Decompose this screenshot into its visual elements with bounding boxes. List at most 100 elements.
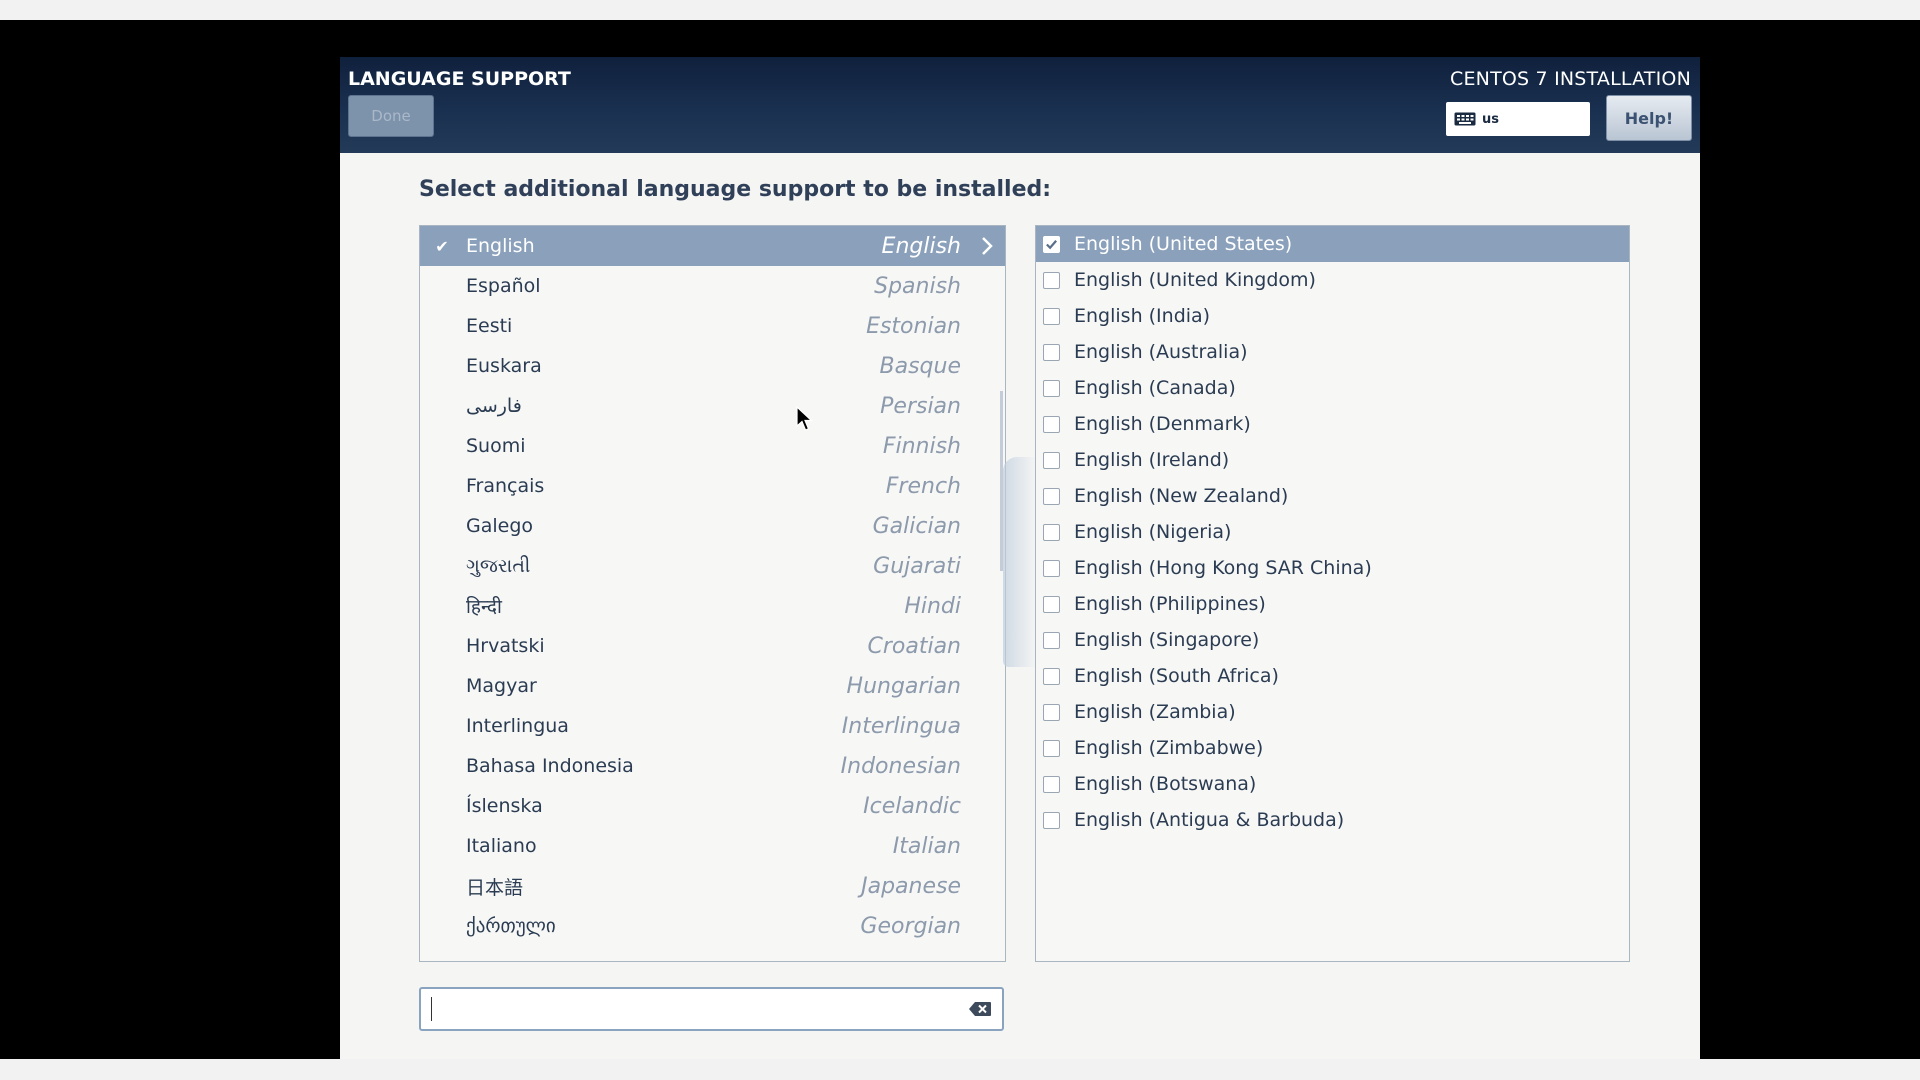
language-english-name: Icelandic — [863, 793, 961, 819]
locale-row[interactable]: English (Australia) — [1036, 334, 1629, 370]
language-search-input[interactable] — [421, 990, 968, 1028]
language-english-name: Hungarian — [846, 673, 961, 699]
locale-checkbox[interactable] — [1043, 559, 1060, 577]
language-english-name: French — [885, 473, 961, 499]
locale-row[interactable]: English (Ireland) — [1036, 442, 1629, 478]
language-english-name: Indonesian — [840, 753, 961, 779]
locale-checkbox[interactable] — [1043, 811, 1060, 829]
chevron-right-icon — [982, 237, 993, 255]
locale-checkbox[interactable] — [1043, 631, 1060, 649]
help-button[interactable]: Help! — [1606, 95, 1692, 141]
locale-row[interactable]: English (Singapore) — [1036, 622, 1629, 658]
language-row[interactable]: Suomi Finnish — [420, 426, 1005, 466]
language-native-name: ქართული — [466, 915, 556, 937]
locale-checkbox[interactable] — [1043, 379, 1060, 397]
drag-indicator — [1003, 457, 1035, 667]
language-row[interactable]: Eesti Estonian — [420, 306, 1005, 346]
keyboard-layout-indicator[interactable]: us — [1446, 102, 1590, 136]
locale-checkbox[interactable] — [1043, 451, 1060, 469]
locale-row[interactable]: English (India) — [1036, 298, 1629, 334]
screen-background: LANGUAGE SUPPORT Done CENTOS 7 INSTALLAT… — [0, 20, 1920, 1059]
language-english-name: Japanese — [861, 873, 961, 899]
locale-checkbox[interactable] — [1043, 307, 1060, 325]
locale-row[interactable]: English (South Africa) — [1036, 658, 1629, 694]
locale-row[interactable]: English (Hong Kong SAR China) — [1036, 550, 1629, 586]
locale-label: English (Ireland) — [1074, 449, 1230, 471]
checkmark-icon — [1046, 239, 1057, 249]
locale-row[interactable]: English (Nigeria) — [1036, 514, 1629, 550]
language-native-name: Interlingua — [466, 715, 569, 737]
language-native-name: हिन्दी — [466, 596, 502, 618]
language-row[interactable]: ગુજરાતી Gujarati — [420, 546, 1005, 586]
language-row[interactable]: हिन्दी Hindi — [420, 586, 1005, 626]
locale-row[interactable]: English (Canada) — [1036, 370, 1629, 406]
language-english-name: Interlingua — [841, 713, 961, 739]
clear-text-icon[interactable] — [968, 1001, 992, 1017]
locale-checkbox[interactable] — [1043, 595, 1060, 613]
locale-checkbox[interactable] — [1043, 271, 1060, 289]
language-rows: ✔ English English Español Spanish Eesti Estoni… — [420, 226, 1005, 946]
language-row[interactable]: Euskara Basque — [420, 346, 1005, 386]
locale-row[interactable]: English (United Kingdom) — [1036, 262, 1629, 298]
locale-row[interactable]: English (New Zealand) — [1036, 478, 1629, 514]
language-native-name: Hrvatski — [466, 635, 545, 657]
language-native-name: Español — [466, 275, 541, 297]
done-button[interactable]: Done — [348, 95, 434, 137]
language-row[interactable]: فارسی Persian — [420, 386, 1005, 426]
language-row[interactable]: ✔ English English — [420, 226, 1005, 266]
locale-label: English (India) — [1074, 305, 1211, 327]
language-row[interactable]: Español Spanish — [420, 266, 1005, 306]
language-row[interactable]: Interlingua Interlingua — [420, 706, 1005, 746]
language-support-window: LANGUAGE SUPPORT Done CENTOS 7 INSTALLAT… — [340, 57, 1700, 1059]
locale-row[interactable]: English (Philippines) — [1036, 586, 1629, 622]
language-english-name: Finnish — [882, 433, 961, 459]
keyboard-icon — [1454, 112, 1476, 126]
checkmark-icon: ✔ — [435, 236, 449, 256]
language-row[interactable]: Íslenska Icelandic — [420, 786, 1005, 826]
language-list[interactable]: ✔ English English Español Spanish Eesti Estoni… — [419, 225, 1006, 962]
locale-label: English (New Zealand) — [1074, 485, 1289, 507]
language-native-name: English — [466, 235, 535, 257]
locale-label: English (South Africa) — [1074, 665, 1279, 687]
language-english-name: Spanish — [874, 273, 961, 299]
product-title: CENTOS 7 INSTALLATION — [1450, 68, 1691, 90]
locale-list[interactable]: English (United States) English (United K… — [1035, 225, 1630, 962]
language-row[interactable]: Bahasa Indonesia Indonesian — [420, 746, 1005, 786]
locale-row[interactable]: English (Antigua & Barbuda) — [1036, 802, 1629, 838]
locale-checkbox[interactable] — [1043, 523, 1060, 541]
spoke-title: LANGUAGE SUPPORT — [348, 68, 571, 90]
language-english-name: Croatian — [867, 633, 961, 659]
locale-row[interactable]: English (Zambia) — [1036, 694, 1629, 730]
locale-checkbox[interactable] — [1043, 487, 1060, 505]
locale-checkbox[interactable] — [1043, 739, 1060, 757]
language-row[interactable]: Magyar Hungarian — [420, 666, 1005, 706]
locale-label: English (Singapore) — [1074, 629, 1260, 651]
locale-checkbox[interactable] — [1043, 775, 1060, 793]
language-native-name: Íslenska — [466, 795, 543, 817]
language-row[interactable]: Hrvatski Croatian — [420, 626, 1005, 666]
language-row[interactable]: Italiano Italian — [420, 826, 1005, 866]
language-row[interactable]: Galego Galician — [420, 506, 1005, 546]
locale-checkbox[interactable] — [1043, 343, 1060, 361]
locale-label: English (Philippines) — [1074, 593, 1266, 615]
locale-row[interactable]: English (Botswana) — [1036, 766, 1629, 802]
locale-checkbox[interactable] — [1043, 415, 1060, 433]
locale-label: English (Australia) — [1074, 341, 1248, 363]
language-native-name: Eesti — [466, 315, 513, 337]
locale-checkbox[interactable] — [1043, 235, 1060, 253]
locale-row[interactable]: English (United States) — [1036, 226, 1629, 262]
locale-row[interactable]: English (Zimbabwe) — [1036, 730, 1629, 766]
locale-row[interactable]: English (Denmark) — [1036, 406, 1629, 442]
locale-label: English (Denmark) — [1074, 413, 1251, 435]
language-search-field[interactable] — [419, 987, 1004, 1031]
locale-label: English (Zambia) — [1074, 701, 1236, 723]
language-native-name: Italiano — [466, 835, 537, 857]
locale-checkbox[interactable] — [1043, 703, 1060, 721]
locale-checkbox[interactable] — [1043, 667, 1060, 685]
language-row[interactable]: ქართული Georgian — [420, 906, 1005, 946]
language-english-name: Estonian — [866, 313, 961, 339]
locale-label: English (Antigua & Barbuda) — [1074, 809, 1345, 831]
language-row[interactable]: 日本語 Japanese — [420, 866, 1005, 906]
language-english-name: Basque — [879, 353, 961, 379]
language-row[interactable]: Français French — [420, 466, 1005, 506]
